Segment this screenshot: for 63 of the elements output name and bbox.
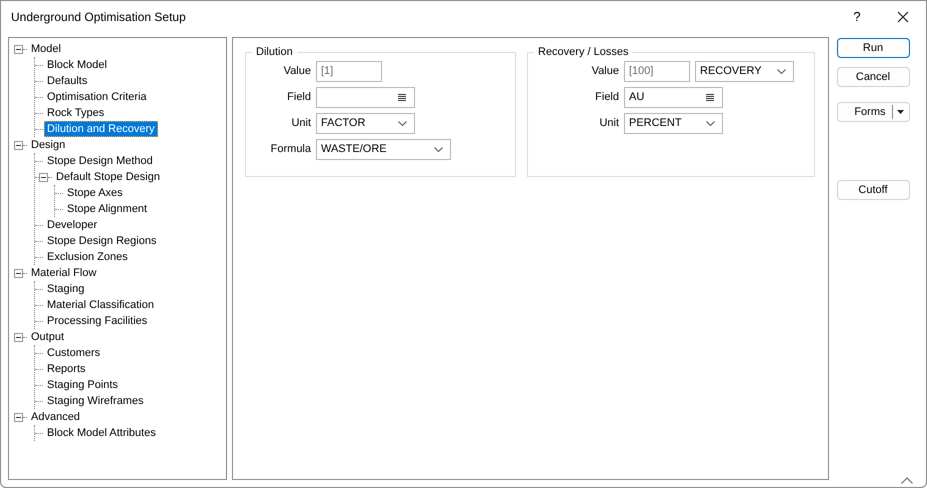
collapse-icon[interactable] (39, 172, 48, 182)
tree-item[interactable]: Block Model (44, 57, 110, 73)
collapse-icon[interactable] (14, 332, 23, 342)
tree-item[interactable]: Stope Axes (64, 185, 126, 201)
tree-item[interactable]: Staging Points (44, 377, 121, 393)
dropdown[interactable]: RECOVERY (695, 60, 794, 82)
tree-item[interactable]: Material Classification (44, 297, 157, 313)
tree-item[interactable]: Developer (44, 217, 100, 233)
field-label: Value (282, 65, 311, 77)
tree-item[interactable]: Dilution and Recovery (44, 121, 158, 137)
tree-item[interactable]: Stope Design Method (44, 153, 156, 169)
dropdown[interactable]: PERCENT (624, 112, 723, 134)
tree-item[interactable]: Model (28, 41, 64, 57)
tree-item[interactable]: Stope Alignment (64, 201, 150, 217)
dropdown[interactable]: FACTOR (316, 112, 415, 134)
dialog-button[interactable]: Cutoff (836, 180, 910, 200)
group-title: Dilution (255, 46, 294, 58)
field-label: Unit (290, 117, 311, 129)
collapse-icon[interactable] (14, 140, 23, 150)
collapse-icon[interactable] (14, 44, 23, 54)
field-picker[interactable]: AU (624, 86, 723, 108)
tree-item[interactable]: Advanced (28, 409, 83, 425)
collapse-icon[interactable] (14, 268, 23, 278)
tree-item[interactable]: Optimisation Criteria (44, 89, 150, 105)
tree-item[interactable]: Staging Wireframes (44, 393, 147, 409)
dialog-button[interactable]: Run (836, 38, 910, 58)
list-icon (398, 94, 406, 100)
group-title: Recovery / Losses (537, 46, 630, 58)
tree-item[interactable]: Staging (44, 281, 88, 297)
tree-item[interactable]: Output (28, 329, 68, 345)
list-icon (706, 94, 714, 100)
field-label: Value (590, 65, 619, 77)
tree-item[interactable]: Defaults (44, 73, 90, 89)
close-icon (897, 10, 909, 22)
tree-item[interactable]: Rock Types (44, 105, 108, 121)
chevron-down-icon (398, 120, 407, 126)
field-label: Unit (598, 117, 619, 129)
field-label: Formula (270, 143, 311, 155)
tree-item[interactable]: Reports (44, 361, 89, 377)
value-field[interactable]: [1] (316, 60, 382, 82)
tree-item[interactable]: Customers (44, 345, 104, 361)
dropdown[interactable]: WASTE/ORE (316, 138, 451, 160)
chevron-up-icon[interactable] (901, 477, 913, 484)
tree-item[interactable]: Default Stope Design (53, 169, 163, 185)
chevron-down-icon (434, 146, 443, 152)
field-label: Field (286, 91, 311, 103)
forms-button[interactable]: Forms (836, 102, 910, 122)
tree-item[interactable]: Design (28, 137, 68, 153)
tree-item[interactable]: Block Model Attributes (44, 425, 159, 441)
tree-item[interactable]: Material Flow (28, 265, 100, 281)
collapse-icon[interactable] (14, 412, 23, 422)
field-picker[interactable] (316, 86, 415, 108)
caret-down-icon (896, 110, 904, 114)
value-field[interactable]: [100] (624, 60, 690, 82)
tree-item[interactable]: Exclusion Zones (44, 249, 131, 265)
chevron-down-icon (706, 120, 715, 126)
window-title: Underground Optimisation Setup (11, 10, 187, 24)
dialog-button[interactable]: Cancel (836, 67, 910, 87)
field-label: Field (594, 91, 619, 103)
tree-item[interactable]: Stope Design Regions (44, 233, 160, 249)
chevron-down-icon (777, 68, 786, 74)
help-button[interactable]: ? (834, 1, 880, 32)
tree-item[interactable]: Processing Facilities (44, 313, 150, 329)
